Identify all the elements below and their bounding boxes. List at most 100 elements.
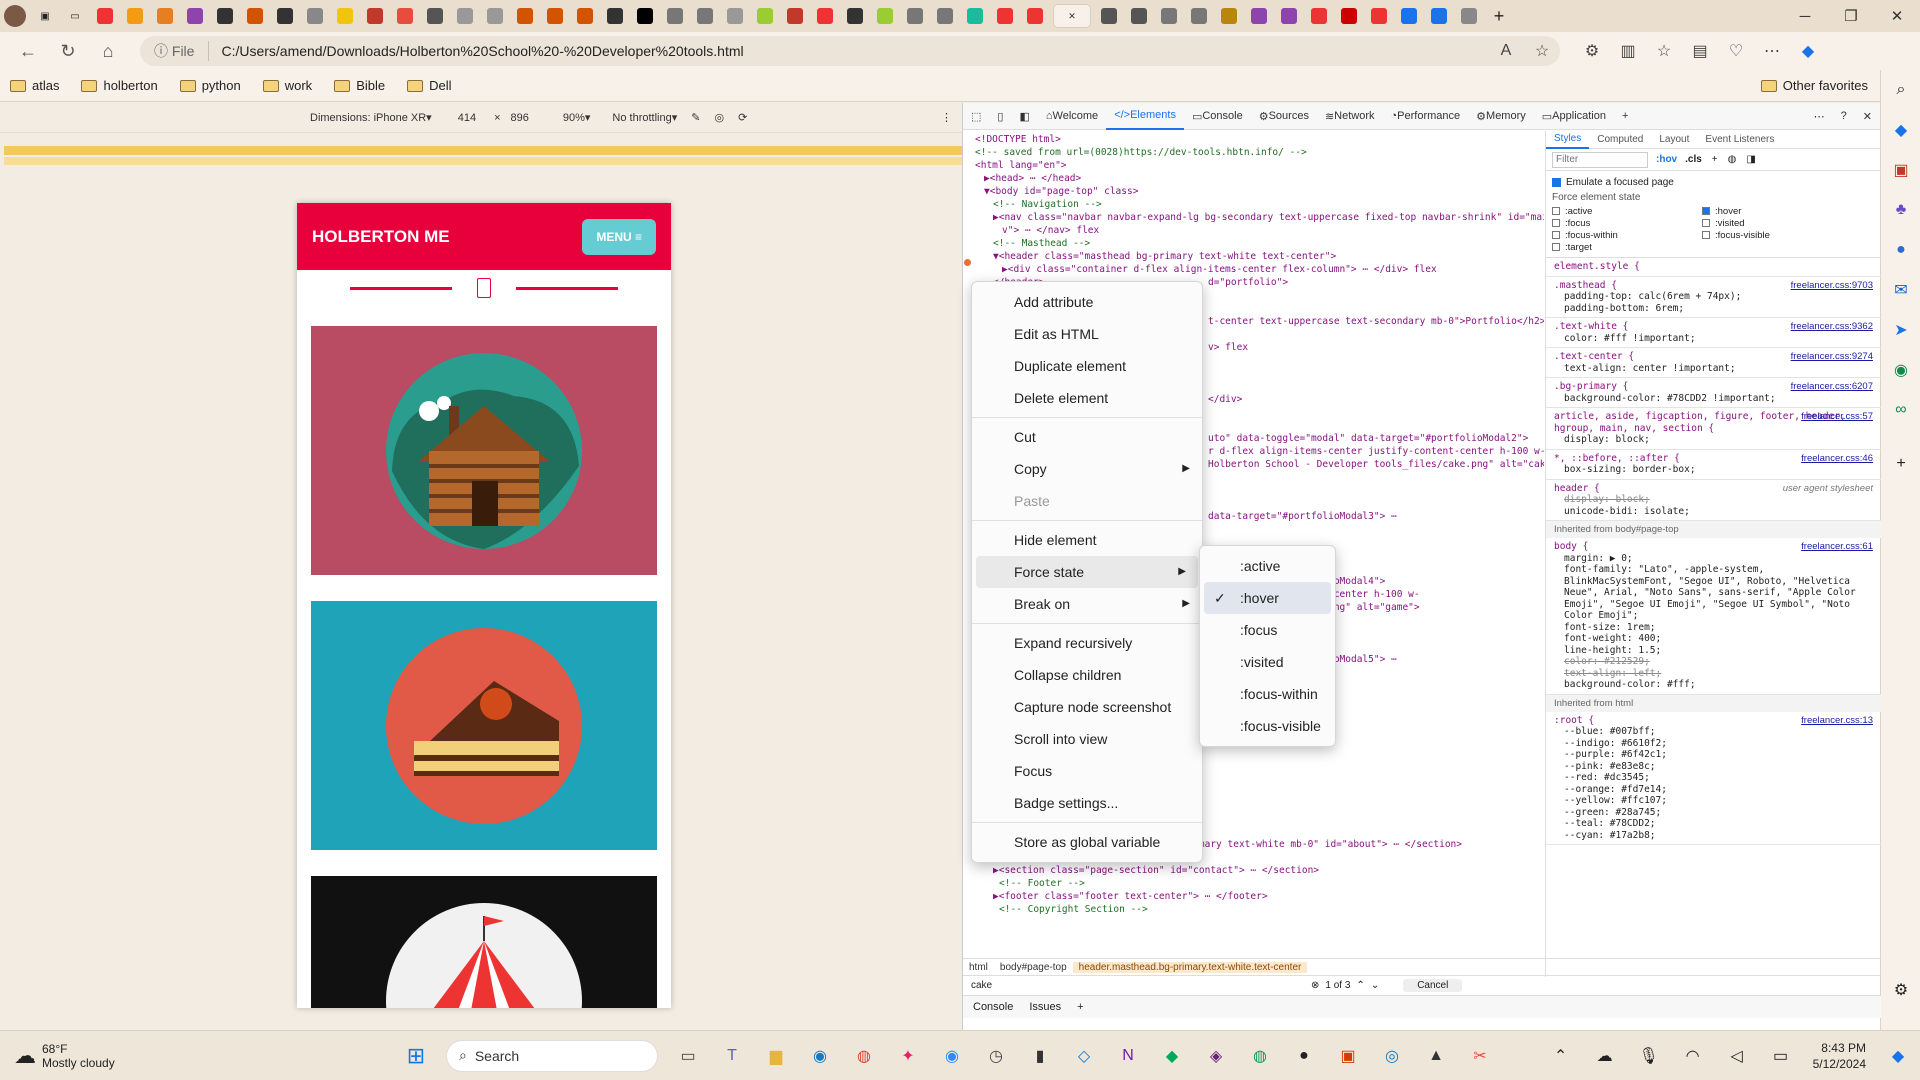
volume-icon[interactable]: ◁ (1720, 1039, 1754, 1073)
css-declaration[interactable]: margin: ▶ 0; (1554, 553, 1873, 565)
menu-item-store-as-global-variable[interactable]: Store as global variable (972, 826, 1202, 858)
css-declaration[interactable]: --purple: #6f42c1; (1554, 749, 1873, 761)
portfolio-item-cake[interactable] (311, 601, 657, 850)
browser-tab[interactable] (873, 4, 897, 28)
collections-icon[interactable]: ▤ (1682, 41, 1718, 61)
css-declaration[interactable]: --green: #28a745; (1554, 807, 1873, 819)
css-rule[interactable]: .text-white {freelancer.css:9362 color: #… (1546, 318, 1881, 348)
css-declaration[interactable]: padding-top: calc(6rem + 74px); (1554, 291, 1873, 303)
browser-tab[interactable] (603, 4, 627, 28)
edge-icon[interactable]: ◉ (803, 1039, 837, 1073)
css-source-link[interactable]: freelancer.css:13 (1801, 715, 1873, 727)
vertical-tabs-icon[interactable]: ▭ (63, 4, 87, 28)
force-state-option[interactable]: :active (1552, 205, 1702, 217)
dom-node-line[interactable]: ▶<div class="container d-flex align-item… (975, 263, 1544, 276)
browser-tab[interactable] (363, 4, 387, 28)
menu-item-capture-node-screenshot[interactable]: Capture node screenshot (972, 691, 1202, 723)
search-icon[interactable]: ⌕ (1881, 70, 1920, 110)
vscode-icon[interactable]: ◇ (1067, 1039, 1101, 1073)
send-icon[interactable]: ➤ (1881, 310, 1920, 350)
menu-item-add-attribute[interactable]: Add attribute (972, 286, 1202, 318)
tab-elements[interactable]: </> Elements (1106, 103, 1184, 130)
tab-application[interactable]: ▭ Application (1534, 103, 1614, 130)
favorites-icon[interactable]: ☆ (1646, 41, 1682, 61)
menu-item-scroll-into-view[interactable]: Scroll into view (972, 723, 1202, 755)
refresh-button[interactable]: ↻ (48, 41, 88, 62)
add-sidebar-app-icon[interactable]: + (1881, 444, 1920, 484)
browser-tab[interactable] (723, 4, 747, 28)
subtab-styles[interactable]: Styles (1546, 131, 1590, 149)
browser-tab[interactable] (423, 4, 447, 28)
css-declaration[interactable]: --yellow: #ffc107; (1554, 795, 1873, 807)
styles-filter-input[interactable] (1552, 151, 1648, 168)
start-button[interactable]: ⊞ (399, 1039, 433, 1073)
menu-item-expand-recursively[interactable]: Expand recursively (972, 627, 1202, 659)
browser-tab[interactable] (843, 4, 867, 28)
address-bar[interactable]: ⓘ File C:/Users/amend/Downloads/Holberto… (140, 36, 1560, 66)
browser-tab[interactable] (1427, 4, 1451, 28)
tab-memory[interactable]: ⚙ Memory (1468, 103, 1534, 130)
force-state-visited[interactable]: :visited (1200, 646, 1335, 678)
vpn-icon[interactable]: ▲ (1419, 1039, 1453, 1073)
css-declaration[interactable]: font-size: 1rem; (1554, 622, 1873, 634)
css-declaration[interactable]: --indigo: #6610f2; (1554, 738, 1873, 750)
browser-app-icon[interactable]: ◎ (1375, 1039, 1409, 1073)
weather-widget[interactable]: ☁ 68°F Mostly cloudy (14, 1042, 394, 1070)
css-declaration[interactable]: --red: #dc3545; (1554, 772, 1873, 784)
bookmark-python[interactable]: python (179, 78, 241, 93)
clear-search-icon[interactable]: ⊗ (1311, 980, 1319, 991)
browser-tab[interactable] (1127, 4, 1151, 28)
browser-tab[interactable] (903, 4, 927, 28)
browser-tab[interactable] (453, 4, 477, 28)
browser-tab[interactable] (1187, 4, 1211, 28)
copilot-icon[interactable]: ◆ (1790, 41, 1826, 61)
browser-tab[interactable] (1367, 4, 1391, 28)
show-hidden-icons[interactable]: ⌃ (1544, 1039, 1578, 1073)
color-format-icon[interactable]: ◍ (1728, 154, 1737, 165)
breadcrumb-html[interactable]: html (963, 962, 994, 973)
browser-tab[interactable] (963, 4, 987, 28)
css-rule[interactable]: header {user agent stylesheet display: bl… (1546, 480, 1881, 521)
menu-item-hide-element[interactable]: Hide element (972, 524, 1202, 556)
browser-tab[interactable] (663, 4, 687, 28)
tab-welcome[interactable]: ⌂ Welcome (1038, 103, 1106, 130)
dom-node-line[interactable]: <!-- Navigation --> (975, 198, 1544, 211)
css-rule[interactable]: body {freelancer.css:61 margin: ▶ 0; font-… (1546, 538, 1881, 695)
search-cancel-button[interactable]: Cancel (1403, 979, 1463, 992)
css-source-link[interactable]: freelancer.css:9274 (1791, 351, 1873, 363)
force-state-active[interactable]: :active (1200, 550, 1335, 582)
bookmark-atlas[interactable]: atlas (10, 78, 59, 93)
drop-icon[interactable]: ◉ (1881, 350, 1920, 390)
menu-item-delete-element[interactable]: Delete element (972, 382, 1202, 414)
sidebar-settings-icon[interactable]: ⚙ (1881, 970, 1920, 1010)
outlook-icon[interactable]: ✉ (1881, 270, 1920, 310)
menu-item-force-state[interactable]: Force state ▶ (976, 556, 1198, 588)
browser-tab[interactable] (1247, 4, 1271, 28)
browser-tab[interactable] (93, 4, 117, 28)
css-rule[interactable]: *, ::before, ::after {freelancer.css:46 b… (1546, 450, 1881, 480)
tab-sources[interactable]: ⚙ Sources (1251, 103, 1317, 130)
wifi-icon[interactable]: ◠ (1676, 1039, 1710, 1073)
browser-tab[interactable] (783, 4, 807, 28)
office-icon[interactable]: ▣ (1331, 1039, 1365, 1073)
tab-network[interactable]: ≋ Network (1317, 103, 1383, 130)
dom-node-line[interactable]: ▼<body id="page-top" class> (975, 185, 1544, 198)
extensions-icon[interactable]: ⚙ (1574, 41, 1610, 61)
css-declaration[interactable]: --cyan: #17a2b8; (1554, 830, 1873, 842)
css-declaration[interactable]: line-height: 1.5; (1554, 645, 1873, 657)
checkbox[interactable] (1702, 219, 1710, 227)
subtab-event-listeners[interactable]: Event Listeners (1697, 134, 1782, 145)
browser-tab[interactable] (1157, 4, 1181, 28)
tab-console[interactable]: ▭ Console (1184, 103, 1251, 130)
browser-tab[interactable] (243, 4, 267, 28)
menu-item-cut[interactable]: Cut (972, 421, 1202, 453)
css-declaration[interactable]: box-sizing: border-box; (1554, 464, 1873, 476)
zoom-select[interactable]: 90% (563, 112, 585, 124)
browser-tab[interactable] (1097, 4, 1121, 28)
emulate-focus-checkbox[interactable] (1552, 177, 1561, 187)
css-declaration[interactable]: --blue: #007bff; (1554, 726, 1873, 738)
checkbox[interactable] (1702, 207, 1710, 215)
chrome-icon[interactable]: ◍ (847, 1039, 881, 1073)
more-menu-icon[interactable]: ⋯ (1754, 41, 1790, 61)
browser-tab[interactable] (483, 4, 507, 28)
